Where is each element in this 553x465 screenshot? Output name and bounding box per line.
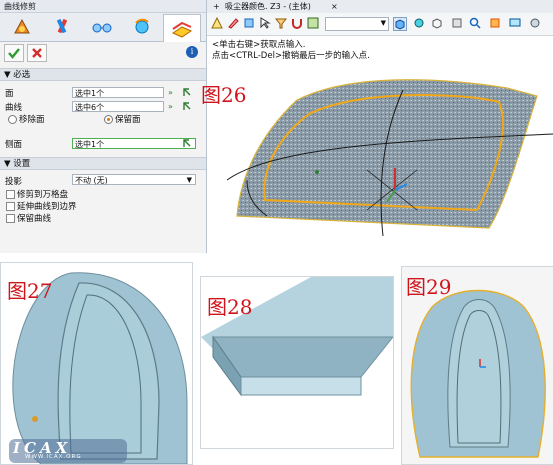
- face-field[interactable]: 选中1个: [72, 87, 164, 98]
- action-bar: i: [0, 42, 206, 62]
- pick-arrow-icon[interactable]: [182, 138, 192, 148]
- curve-label: 曲线: [5, 103, 23, 113]
- cancel-button[interactable]: [27, 44, 47, 62]
- dropdown-arrow-icon: ▼: [186, 176, 192, 184]
- view-cube-icon[interactable]: [393, 17, 407, 31]
- dropdown-arrow-icon: ▼: [380, 19, 386, 27]
- glasses-icon: [92, 23, 112, 33]
- side-face-field[interactable]: 选中1个: [72, 138, 196, 149]
- wireframe-icon[interactable]: [431, 17, 443, 29]
- tab-curve-trim[interactable]: [163, 14, 201, 42]
- required-section-header[interactable]: ▼ 必选: [0, 68, 206, 81]
- keep-face-radio[interactable]: [104, 115, 113, 124]
- paint-icon[interactable]: [243, 17, 255, 29]
- document-tab[interactable]: 吸尘器颜色. Z3 - (主体): [225, 0, 311, 13]
- filter-icon[interactable]: [275, 17, 287, 29]
- panel-tabs: [0, 13, 206, 42]
- option-checkbox-1[interactable]: [6, 190, 15, 199]
- filter-select[interactable]: ▼: [325, 17, 389, 31]
- shape-icon: [14, 18, 30, 34]
- collapse-arrow-icon: ▼: [4, 70, 14, 80]
- option-checkbox-3[interactable]: [6, 214, 15, 223]
- remove-face-label: 移除面: [19, 115, 45, 125]
- option-label-3: 保留曲线: [17, 214, 52, 224]
- zoom-icon[interactable]: [469, 17, 481, 29]
- tab-view[interactable]: [84, 15, 120, 39]
- close-icon: [32, 48, 42, 58]
- projection-select[interactable]: 不动 (无) ▼: [72, 174, 196, 185]
- panel-title: 曲线修剪: [0, 0, 206, 13]
- select-filter-icon[interactable]: [211, 17, 223, 29]
- check-icon: [8, 48, 20, 59]
- collapse-arrow-icon: ▼: [4, 159, 14, 169]
- settings-section-header[interactable]: ▼ 设置: [0, 157, 206, 170]
- arrow-cursor-icon[interactable]: [259, 17, 271, 29]
- document-tab-bar: + 吸尘器颜色. Z3 - (主体) ×: [207, 0, 553, 14]
- chevron-down-icon[interactable]: »: [168, 102, 177, 112]
- pencil-tools-icon: [56, 18, 68, 34]
- figure-label-28: 图28: [207, 295, 253, 319]
- tab-shape[interactable]: [4, 15, 40, 39]
- rotate-icon: [135, 18, 149, 34]
- option-label-2: 延伸曲线到边界: [17, 202, 77, 212]
- figure-label-27: 图27: [7, 279, 53, 303]
- pick-arrow-icon[interactable]: [182, 87, 192, 97]
- viewport: + 吸尘器颜色. Z3 - (主体) × ▼ <单击右键>获取点输入. 点击<C…: [201, 0, 553, 253]
- curve-field[interactable]: 选中6个: [72, 101, 164, 112]
- grid-icon[interactable]: [307, 17, 319, 29]
- display-icon[interactable]: [509, 17, 521, 29]
- figure-29-image: 图29: [401, 266, 553, 465]
- pencil-icon[interactable]: [227, 17, 239, 29]
- figure-28-image: 图28: [200, 276, 394, 449]
- chevron-down-icon[interactable]: »: [168, 88, 177, 98]
- shade-icon[interactable]: [413, 17, 425, 29]
- curve-trim-icon: [171, 21, 193, 38]
- surface-model[interactable]: [207, 60, 553, 253]
- confirm-button[interactable]: [4, 44, 24, 62]
- tab-tools[interactable]: [44, 15, 80, 39]
- curve-trim-panel: 曲线修剪 i ▼ 必选 面 选中1个 » 曲线 选中6个 » 移除面 保留面 侧…: [0, 0, 207, 253]
- side-face-label: 侧面: [5, 140, 23, 150]
- face-label: 面: [5, 89, 14, 99]
- figure-27-image: 图27 ICAX WWW.ICAX.ORG: [0, 262, 193, 465]
- projection-label: 投影: [5, 177, 23, 187]
- keep-face-label: 保留面: [115, 115, 141, 125]
- pick-arrow-icon[interactable]: [182, 101, 192, 111]
- help-icon[interactable]: i: [186, 46, 198, 58]
- option-checkbox-2[interactable]: [6, 202, 15, 211]
- option-label-1: 修剪到万格盘: [17, 190, 69, 200]
- orient-icon[interactable]: [451, 17, 463, 29]
- remove-face-radio[interactable]: [8, 115, 17, 124]
- close-tab-icon[interactable]: ×: [331, 0, 338, 13]
- figure-label-29: 图29: [406, 275, 452, 299]
- magnet-icon[interactable]: [291, 17, 303, 29]
- view-toolbar: ▼: [207, 13, 553, 36]
- tab-rotate[interactable]: [124, 15, 160, 39]
- add-tab-icon[interactable]: +: [213, 0, 220, 13]
- icax-logo: ICAX WWW.ICAX.ORG: [9, 439, 127, 463]
- figure-label-26: 图26: [201, 83, 247, 107]
- more-icon[interactable]: [529, 17, 541, 29]
- render-icon[interactable]: [489, 17, 501, 29]
